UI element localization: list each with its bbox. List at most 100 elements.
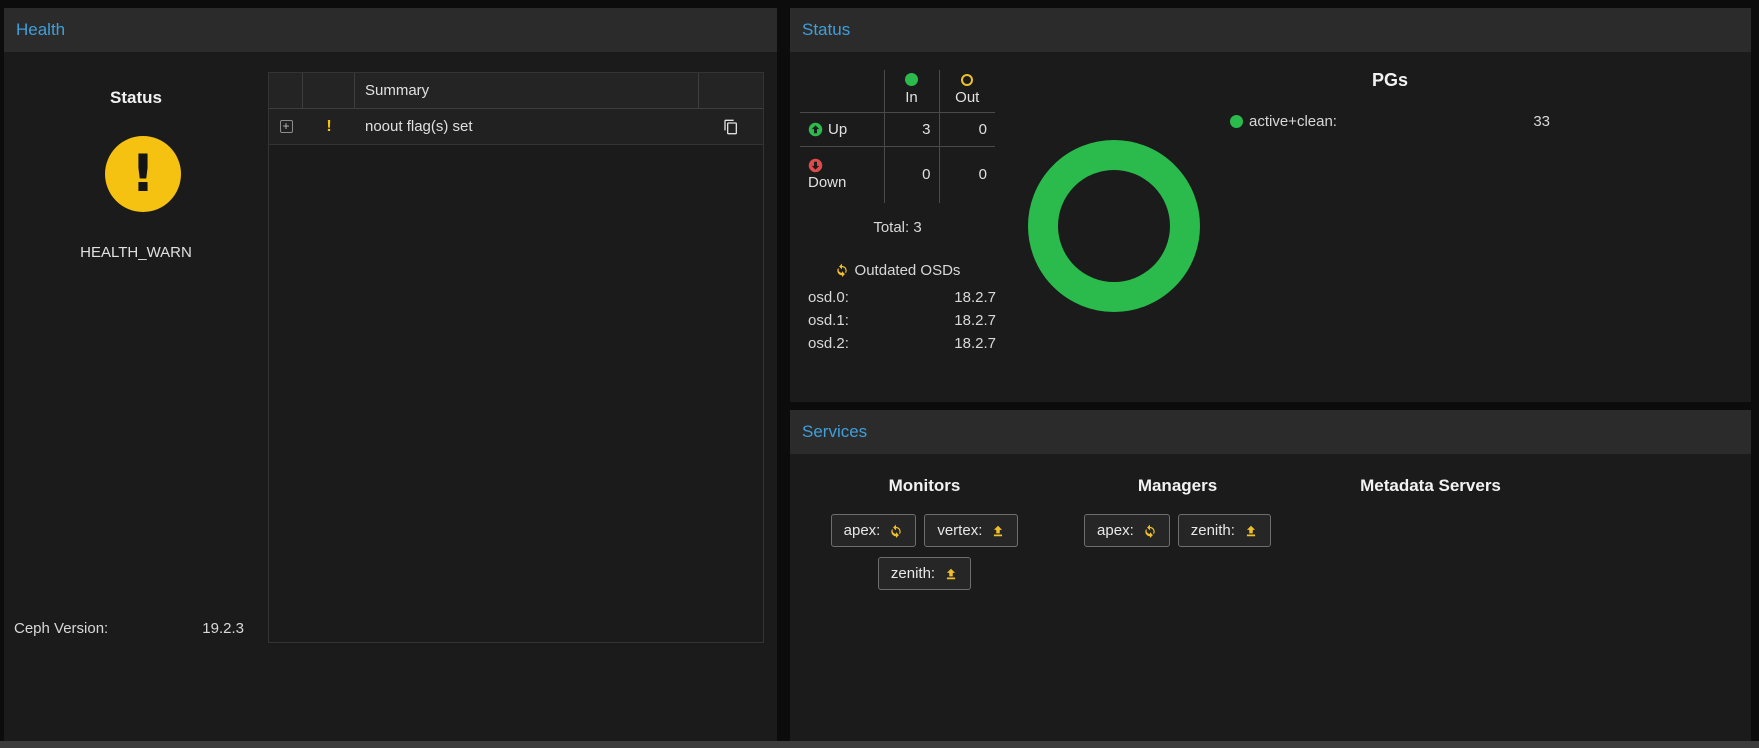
warning-icon: ! xyxy=(326,118,331,136)
list-item: osd.0: 18.2.7 xyxy=(800,287,996,310)
manager-apex-button[interactable]: apex: xyxy=(1084,514,1170,547)
status-panel-body: In Out xyxy=(790,52,1751,402)
pgs-donut-chart xyxy=(1028,140,1200,312)
service-name: vertex: xyxy=(937,522,982,539)
service-name: apex: xyxy=(1097,522,1134,539)
osd-version: 18.2.7 xyxy=(954,288,996,308)
expand-icon[interactable]: + xyxy=(280,120,293,133)
outdated-osds-list: osd.0: 18.2.7 osd.1: 18.2.7 osd.2: 18.2.… xyxy=(800,287,998,356)
monitors-buttons: apex: vertex: zenith: xyxy=(798,514,1051,590)
copy-button[interactable] xyxy=(721,117,741,137)
osd-table-corner xyxy=(800,70,884,113)
upgrade-icon xyxy=(991,524,1005,538)
outdated-osds-label: Outdated OSDs xyxy=(855,262,961,279)
health-summary-table: Summary + ! noout flag(s) set xyxy=(268,72,764,643)
out-ring-icon xyxy=(961,74,973,86)
manager-zenith-button[interactable]: zenith: xyxy=(1178,514,1271,547)
services-panel-body: Monitors apex: vertex: xyxy=(790,454,1751,741)
pgs-legend-value: 33 xyxy=(1533,113,1550,130)
header-flag-column xyxy=(303,73,355,108)
ceph-dashboard: Health Status ! HEALTH_WARN Ceph Version… xyxy=(0,0,1759,748)
health-state-text: HEALTH_WARN xyxy=(4,244,268,261)
refresh-icon xyxy=(835,263,849,277)
services-panel-header: Services xyxy=(790,410,1751,454)
status-panel-title: Status xyxy=(802,20,850,40)
monitors-heading: Monitors xyxy=(798,476,1051,496)
services-panel-title: Services xyxy=(802,422,867,442)
pgs-block: PGs active+clean: 33 xyxy=(1230,70,1550,130)
ceph-version-label: Ceph Version: xyxy=(14,620,108,637)
osd-version: 18.2.7 xyxy=(954,311,996,331)
osd-total: Total: 3 xyxy=(800,219,995,236)
in-label: In xyxy=(905,89,918,106)
monitor-zenith-button[interactable]: zenith: xyxy=(878,557,971,590)
health-panel-header: Health xyxy=(4,8,777,52)
ceph-version-value: 19.2.3 xyxy=(202,620,244,637)
health-status-column: Status ! HEALTH_WARN Ceph Version: 19.2.… xyxy=(4,52,268,741)
health-panel: Health Status ! HEALTH_WARN Ceph Version… xyxy=(4,8,777,741)
metadata-servers-column: Metadata Servers xyxy=(1304,476,1557,741)
monitor-vertex-button[interactable]: vertex: xyxy=(924,514,1018,547)
monitors-column: Monitors apex: vertex: xyxy=(798,476,1051,741)
pgs-legend-label: active+clean: xyxy=(1249,113,1337,130)
out-label: Out xyxy=(955,89,979,106)
exclamation-glyph: ! xyxy=(131,148,155,200)
services-panel: Services Monitors apex: vertex: xyxy=(790,410,1751,741)
osd-version: 18.2.7 xyxy=(954,334,996,354)
osd-name: osd.1: xyxy=(808,311,849,331)
osd-in-header: In xyxy=(884,70,939,113)
down-label: Down xyxy=(808,174,846,191)
up-label: Up xyxy=(828,121,847,138)
table-row[interactable]: + ! noout flag(s) set xyxy=(269,109,763,145)
pgs-legend-row: active+clean: 33 xyxy=(1230,113,1550,130)
summary-cell: noout flag(s) set xyxy=(355,109,699,144)
osd-down-out-value: 0 xyxy=(939,147,995,203)
in-dot-icon xyxy=(905,73,918,86)
health-panel-title: Health xyxy=(16,20,65,40)
managers-buttons: apex: zenith: xyxy=(1051,514,1304,547)
bottom-splitter[interactable] xyxy=(0,741,1759,748)
list-item: osd.1: 18.2.7 xyxy=(800,310,996,333)
outdated-osds-header: Outdated OSDs xyxy=(800,262,995,279)
copy-icon xyxy=(723,119,739,135)
health-status-heading: Status xyxy=(4,88,268,108)
status-panel: Status In xyxy=(790,8,1751,402)
list-item: osd.2: 18.2.7 xyxy=(800,333,996,356)
summary-column-header[interactable]: Summary xyxy=(355,73,699,108)
copy-cell xyxy=(699,109,763,144)
refresh-icon xyxy=(1143,524,1157,538)
refresh-icon xyxy=(889,524,903,538)
header-copy-column xyxy=(699,73,763,108)
upgrade-icon xyxy=(944,567,958,581)
osd-name: osd.2: xyxy=(808,334,849,354)
osd-updown-block: In Out xyxy=(800,70,998,356)
service-name: zenith: xyxy=(1191,522,1235,539)
osd-up-row-label: Up xyxy=(800,113,884,147)
managers-column: Managers apex: zenith: xyxy=(1051,476,1304,741)
osd-up-in-value: 3 xyxy=(884,113,939,147)
osd-out-header: Out xyxy=(939,70,995,113)
right-column: Status In xyxy=(790,8,1751,741)
health-warning-icon: ! xyxy=(105,136,181,212)
health-table-header: Summary xyxy=(269,73,763,109)
upgrade-icon xyxy=(1244,524,1258,538)
health-panel-body: Status ! HEALTH_WARN Ceph Version: 19.2.… xyxy=(4,52,777,741)
osd-in-out-table: In Out xyxy=(800,70,995,203)
header-expand-column xyxy=(269,73,303,108)
osd-up-out-value: 0 xyxy=(939,113,995,147)
down-circle-icon xyxy=(808,158,823,173)
active-clean-dot-icon xyxy=(1230,115,1243,128)
service-name: apex: xyxy=(844,522,881,539)
expand-cell: + xyxy=(269,109,303,144)
ceph-version-row: Ceph Version: 19.2.3 xyxy=(14,620,244,637)
osd-down-in-value: 0 xyxy=(884,147,939,203)
managers-heading: Managers xyxy=(1051,476,1304,496)
osd-name: osd.0: xyxy=(808,288,849,308)
osd-down-row-label: Down xyxy=(800,147,884,203)
pgs-title: PGs xyxy=(1230,70,1550,91)
status-panel-header: Status xyxy=(790,8,1751,52)
up-circle-icon xyxy=(808,122,823,137)
monitor-apex-button[interactable]: apex: xyxy=(831,514,917,547)
metadata-servers-heading: Metadata Servers xyxy=(1304,476,1557,496)
flag-cell: ! xyxy=(303,109,355,144)
